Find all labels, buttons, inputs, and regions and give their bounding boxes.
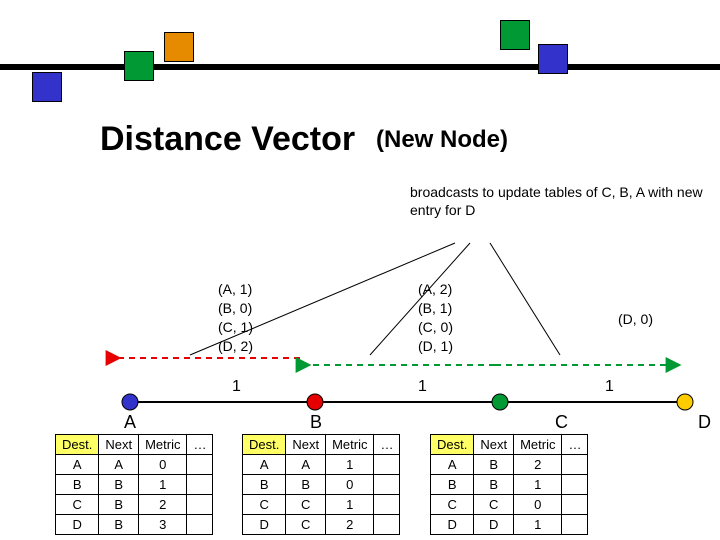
vector-B-3: (D, 2) [218, 337, 253, 356]
th-more: … [187, 435, 213, 455]
logo-square-green-2 [500, 20, 530, 50]
edge-weight-AB: 1 [232, 378, 241, 396]
node-B-dot [307, 394, 323, 410]
node-D-dot [677, 394, 693, 410]
description-text-content: broadcasts to update tables of C, B, A w… [410, 184, 703, 218]
logo-square-blue-2 [538, 44, 568, 74]
routing-table-A: Dest. Next Metric … AA0 BB1 CB2 DB3 [55, 434, 213, 535]
table-row: CC1 [243, 495, 400, 515]
table-row: BB1 [431, 475, 588, 495]
node-label-B: B [310, 412, 322, 433]
node-A-dot [122, 394, 138, 410]
table-row: AB2 [431, 455, 588, 475]
vector-B-2: (C, 1) [218, 318, 253, 337]
th-dest: Dest. [431, 435, 474, 455]
table-row: DD1 [431, 515, 588, 535]
th-next: Next [99, 435, 139, 455]
node-label-D: D [698, 412, 711, 433]
page-subtitle: (New Node) [376, 126, 508, 154]
table-row: CB2 [56, 495, 213, 515]
th-more: … [374, 435, 400, 455]
vector-C-0: (A, 2) [418, 280, 453, 299]
table-row: AA0 [56, 455, 213, 475]
table-row: BB0 [243, 475, 400, 495]
vector-C-3: (D, 1) [418, 337, 453, 356]
routing-table-C: Dest. Next Metric … AB2 BB1 CC0 DD1 [430, 434, 588, 535]
logo-square-blue [32, 72, 62, 102]
vector-list-B: (A, 1) (B, 0) (C, 1) (D, 2) [218, 280, 253, 356]
th-dest: Dest. [243, 435, 286, 455]
th-metric: Metric [514, 435, 562, 455]
th-next: Next [286, 435, 326, 455]
vector-D-0: (D, 0) [618, 310, 653, 329]
th-next: Next [474, 435, 514, 455]
th-metric: Metric [326, 435, 374, 455]
table-row: DB3 [56, 515, 213, 535]
th-more: … [562, 435, 588, 455]
table-row: BB1 [56, 475, 213, 495]
description-text: broadcasts to update tables of C, B, A w… [410, 184, 720, 219]
th-metric: Metric [139, 435, 187, 455]
vector-B-0: (A, 1) [218, 280, 253, 299]
vector-list-C: (A, 2) (B, 1) (C, 0) (D, 1) [418, 280, 453, 356]
logo-square-green [124, 51, 154, 81]
logo-square-orange [164, 32, 194, 62]
vector-C-2: (C, 0) [418, 318, 453, 337]
vector-list-D: (D, 0) [618, 310, 653, 329]
table-row: AA1 [243, 455, 400, 475]
edge-weight-BC: 1 [418, 378, 427, 396]
vector-B-1: (B, 0) [218, 299, 253, 318]
table-row: CC0 [431, 495, 588, 515]
node-C-dot [492, 394, 508, 410]
table-row: DC2 [243, 515, 400, 535]
vector-C-1: (B, 1) [418, 299, 453, 318]
page-title: Distance Vector [100, 120, 355, 159]
th-dest: Dest. [56, 435, 99, 455]
broadcast-line-C [490, 243, 560, 355]
routing-table-B: Dest. Next Metric … AA1 BB0 CC1 DC2 [242, 434, 400, 535]
header-bar [0, 64, 720, 70]
node-label-A: A [124, 412, 136, 433]
edge-weight-CD: 1 [605, 378, 614, 396]
node-label-C: C [555, 412, 568, 433]
